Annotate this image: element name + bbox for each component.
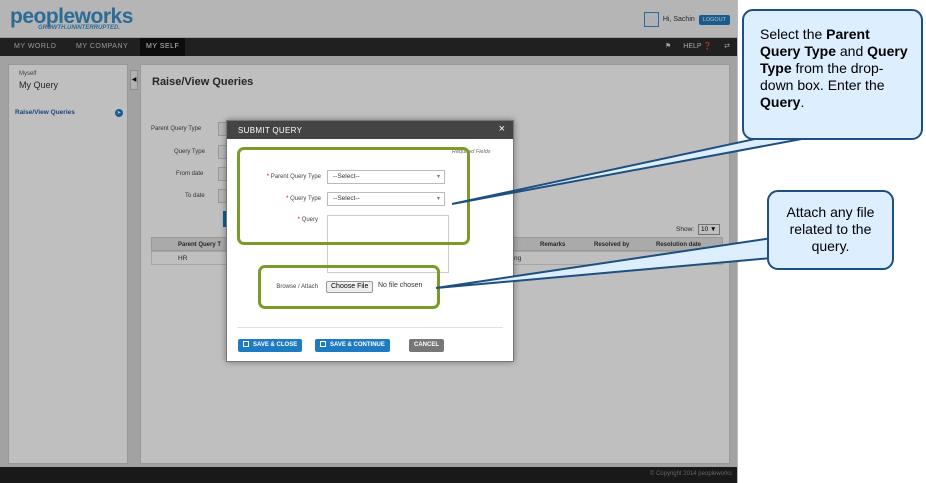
callout-pointer-2 bbox=[435, 236, 773, 289]
callout-text: . bbox=[800, 94, 805, 110]
callout-attach: Attach any file related to the query. bbox=[767, 190, 894, 270]
callout-instructions: Select the Parent Query Type and Query T… bbox=[742, 9, 923, 140]
callout-text: Select the bbox=[760, 26, 827, 42]
callout-emphasis: Query bbox=[760, 94, 801, 110]
callout-text: and bbox=[836, 43, 868, 59]
